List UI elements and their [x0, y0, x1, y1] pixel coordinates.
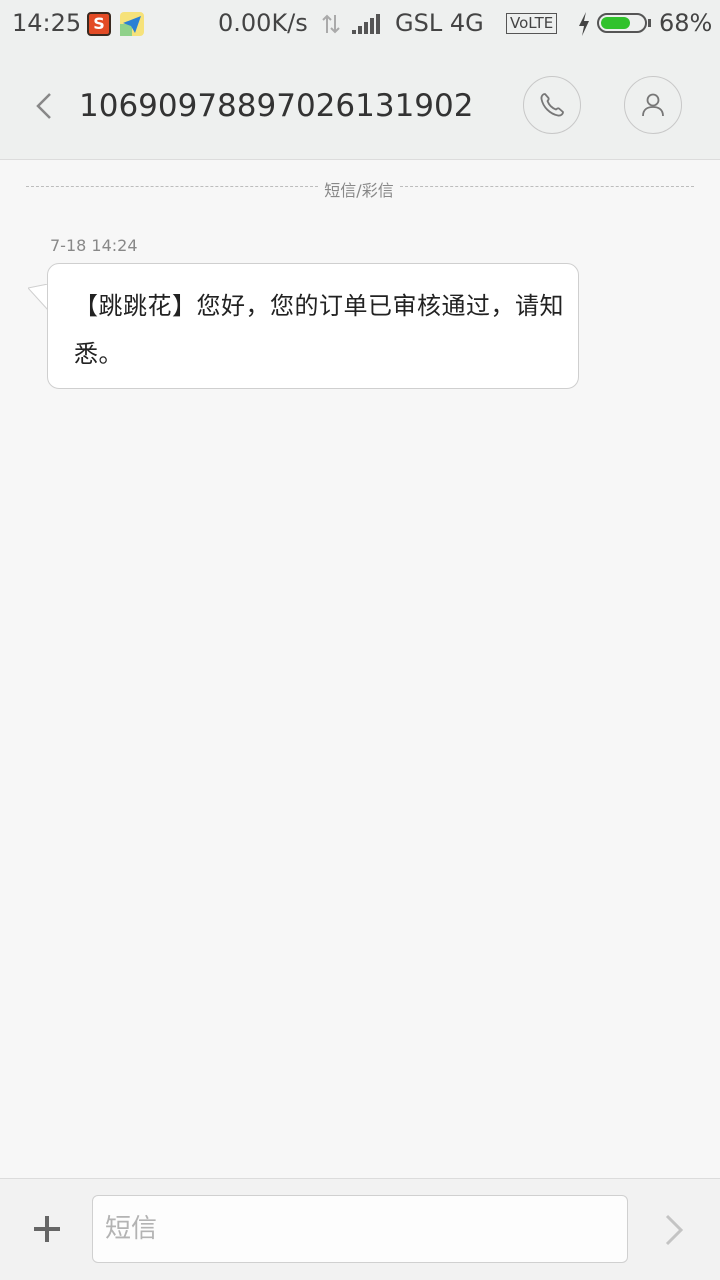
compose-bar: [0, 1178, 720, 1280]
signal-icon: [352, 14, 380, 34]
conversation-header: 10690978897026131902: [0, 50, 720, 160]
paper-plane-icon: [120, 12, 144, 36]
status-time: 14:25: [12, 9, 82, 37]
contact-icon: [642, 93, 664, 117]
message-type-label: 短信/彩信: [324, 181, 394, 200]
message-timestamp: 7-18 14:24: [50, 236, 138, 255]
data-arrows-icon: [322, 14, 340, 34]
message-type-divider: 短信/彩信: [26, 177, 694, 200]
send-arrow-icon[interactable]: [662, 1212, 686, 1248]
phone-icon: [540, 93, 564, 117]
battery-level-fill: [601, 17, 630, 29]
call-button[interactable]: [523, 76, 581, 134]
message-input[interactable]: [92, 1195, 628, 1263]
battery-tip: [648, 19, 651, 27]
battery-icon: [597, 13, 647, 33]
network-speed: 0.00K/s: [218, 9, 308, 37]
charging-icon: [579, 12, 589, 36]
volte-badge: VoLTE: [506, 13, 558, 34]
status-bar: 14:25 S 0.00K/s GSL 4G VoLTE 68%: [0, 0, 720, 50]
battery-percent: 68%: [659, 9, 713, 37]
back-arrow-icon[interactable]: [30, 90, 58, 122]
message-bubble[interactable]: 【跳跳花】您好，您的订单已审核通过，请知悉。: [47, 263, 579, 389]
app-s-icon: S: [87, 12, 111, 36]
plus-icon[interactable]: [30, 1212, 64, 1246]
divider-line-left: [26, 186, 318, 187]
message-text: 【跳跳花】您好，您的订单已审核通过，请知悉。: [74, 292, 564, 368]
contact-details-button[interactable]: [624, 76, 682, 134]
contact-number: 10690978897026131902: [79, 88, 474, 124]
divider-line-right: [400, 186, 694, 187]
messaging-screen: 14:25 S 0.00K/s GSL 4G VoLTE 68% 1069097…: [0, 0, 720, 1280]
carrier-label: GSL 4G: [395, 9, 484, 37]
